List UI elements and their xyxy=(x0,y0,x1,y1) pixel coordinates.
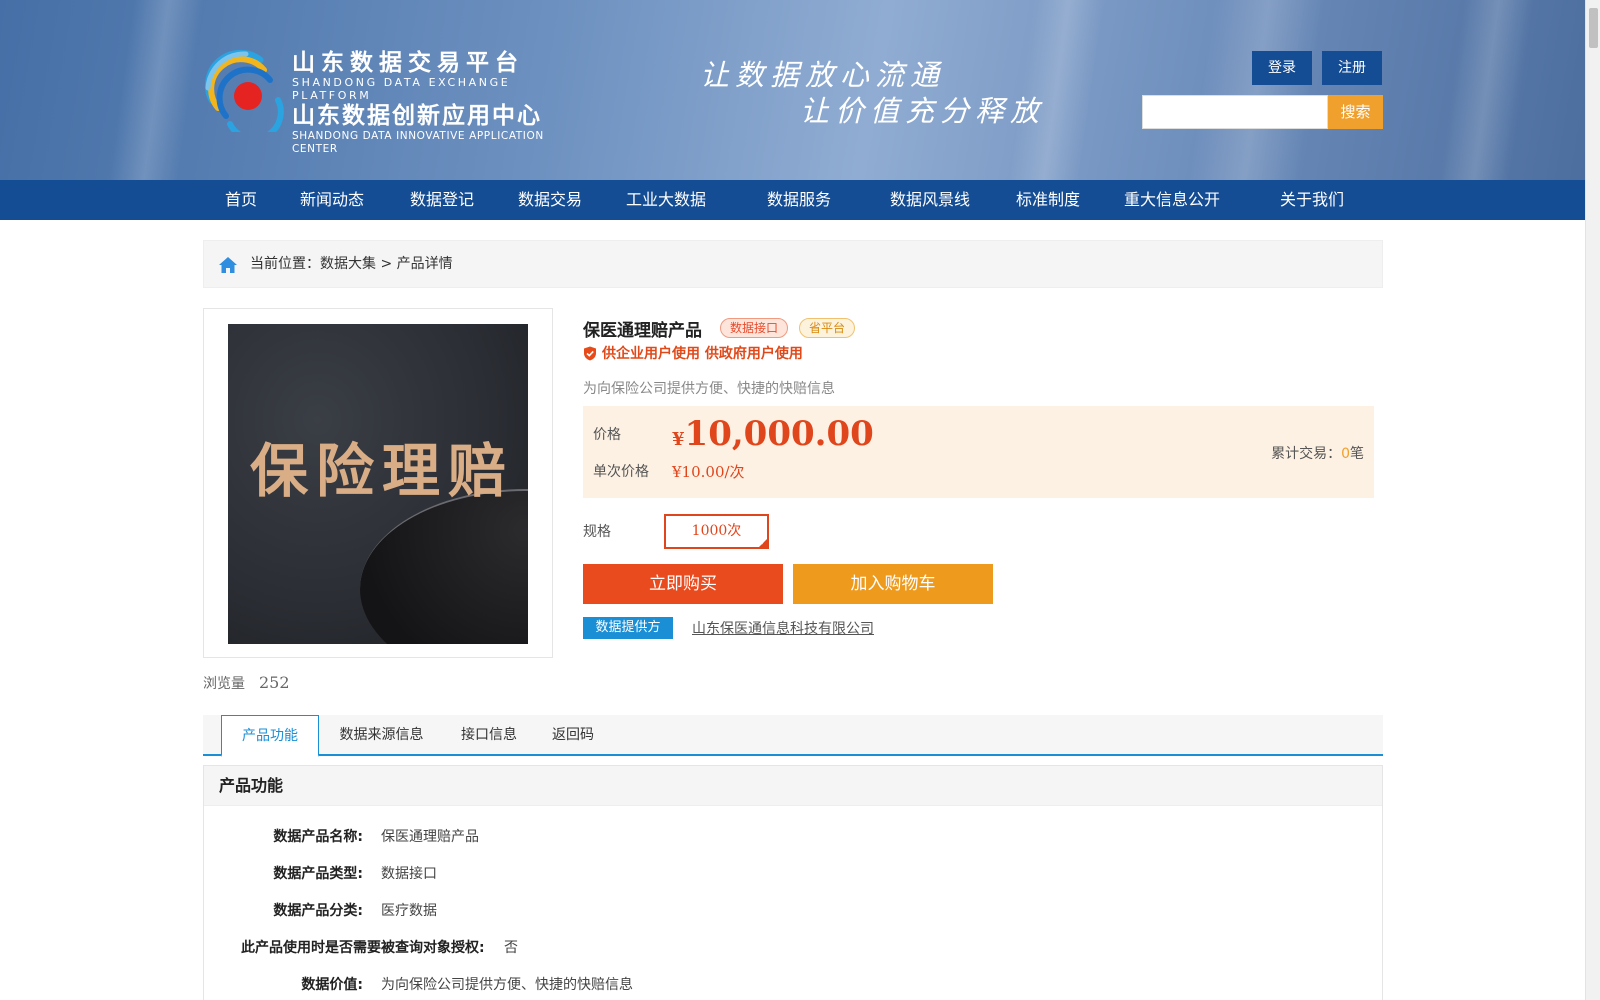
scrollbar-thumb[interactable] xyxy=(1589,8,1598,48)
spec-label: 规格 xyxy=(583,524,611,540)
price-panel: 价格 ¥10,000.00 单次价格 ¥10.00/次 累计交易：0笔 xyxy=(583,406,1374,498)
info-key: 此产品使用时是否需要被查询对象授权: xyxy=(241,940,485,956)
product-description: 为向保险公司提供方便、快捷的快赔信息 xyxy=(583,381,835,397)
site-header: 山东数据交易平台 SHANDONG DATA EXCHANGE PLATFORM… xyxy=(0,0,1585,180)
logo-subtitle-en: SHANDONG DATA INNOVATIVE APPLICATION CEN… xyxy=(292,130,544,155)
shield-check-icon xyxy=(584,346,596,361)
slogan-line-2: 让价值充分释放 xyxy=(800,94,1046,128)
header-decor xyxy=(1180,0,1330,180)
tab-return-codes[interactable]: 返回码 xyxy=(543,715,603,756)
trade-count: 累计交易：0笔 xyxy=(1271,443,1364,463)
logo-title-en: SHANDONG DATA EXCHANGE PLATFORM xyxy=(292,76,511,102)
logo-text: 山东数据交易平台 SHANDONG DATA EXCHANGE PLATFORM… xyxy=(292,50,580,156)
site-logo[interactable]: 山东数据交易平台 SHANDONG DATA EXCHANGE PLATFORM… xyxy=(200,48,580,155)
trade-number: 0 xyxy=(1341,446,1350,462)
logo-subtitle-cn: 山东数据创新应用中心 xyxy=(292,103,542,129)
check-icon: ✓ xyxy=(760,539,766,547)
register-button[interactable]: 注册 xyxy=(1322,51,1382,85)
info-key: 数据产品分类: xyxy=(273,903,363,919)
unit-price-label: 单次价格 xyxy=(593,464,649,480)
nav-item-data-services[interactable]: 数据服务 xyxy=(767,180,831,220)
info-value: 数据接口 xyxy=(381,866,437,882)
info-value: 保医通理赔产品 xyxy=(381,829,479,845)
logo-icon xyxy=(204,49,284,132)
unit-price-value: ¥10.00/次 xyxy=(672,463,745,481)
product-function-panel: 产品功能 数据产品名称: 保医通理赔产品 数据产品类型: 数据接口 数据产品分类… xyxy=(203,765,1383,1000)
spec-option-label: 1000次 xyxy=(691,523,742,539)
search-button[interactable]: 搜索 xyxy=(1328,95,1383,129)
price-currency: ¥ xyxy=(672,429,685,450)
nav-item-home[interactable]: 首页 xyxy=(225,180,257,220)
header-decor xyxy=(1430,0,1540,180)
nav-item-data-landscape[interactable]: 数据风景线 xyxy=(890,180,970,220)
views-label: 浏览量 xyxy=(203,676,245,692)
product-image-disc xyxy=(360,489,528,644)
nav-item-data-registration[interactable]: 数据登记 xyxy=(410,180,474,220)
product-type-tag: 数据接口 xyxy=(720,318,789,338)
provider-link[interactable]: 山东保医通信息科技有限公司 xyxy=(692,618,874,638)
nav-item-standards[interactable]: 标准制度 xyxy=(1016,180,1080,220)
tab-product-function[interactable]: 产品功能 xyxy=(221,715,319,757)
home-icon[interactable] xyxy=(218,255,238,275)
product-image-caption: 保险理赔 xyxy=(250,437,515,505)
product-image: 保险理赔 xyxy=(228,324,528,644)
nav-item-about[interactable]: 关于我们 xyxy=(1280,180,1344,220)
provider-label: 数据提供方 xyxy=(583,617,673,639)
info-value: 为向保险公司提供方便、快捷的快赔信息 xyxy=(381,977,633,993)
logo-title-cn: 山东数据交易平台 xyxy=(292,50,524,76)
platform-tag: 省平台 xyxy=(799,318,856,338)
nav-item-industrial-big-data[interactable]: 工业大数据 xyxy=(626,180,706,220)
price-amount: 10,000.00 xyxy=(684,414,874,454)
views-count: 252 xyxy=(259,673,290,692)
tab-interface-info[interactable]: 接口信息 xyxy=(451,715,527,756)
nav-item-disclosure[interactable]: 重大信息公开 xyxy=(1124,180,1220,220)
page: 山东数据交易平台 SHANDONG DATA EXCHANGE PLATFORM… xyxy=(0,0,1585,1000)
add-to-cart-button[interactable]: 加入购物车 xyxy=(793,564,993,604)
breadcrumb-text: 当前位置：数据大集 > 产品详情 xyxy=(250,256,453,272)
breadcrumb: 当前位置：数据大集 > 产品详情 xyxy=(203,240,1383,288)
info-key: 数据产品类型: xyxy=(273,866,363,882)
spec-option[interactable]: 1000次 ✓ xyxy=(664,514,769,549)
info-value: 医疗数据 xyxy=(381,903,437,919)
header-decor xyxy=(100,0,210,180)
info-key: 数据产品名称: xyxy=(273,829,363,845)
info-value: 否 xyxy=(504,940,518,956)
product-image-frame: 保险理赔 xyxy=(203,308,553,658)
trade-label: 累计交易： xyxy=(1271,446,1342,462)
nav-item-data-trading[interactable]: 数据交易 xyxy=(518,180,582,220)
usage-text: 供企业用户使用 供政府用户使用 xyxy=(602,346,803,362)
buy-now-button[interactable]: 立即购买 xyxy=(583,564,783,604)
nav-item-news[interactable]: 新闻动态 xyxy=(300,180,364,220)
vertical-scrollbar[interactable] xyxy=(1585,0,1600,1000)
price-label: 价格 xyxy=(593,427,621,443)
usage-scope: 供企业用户使用 供政府用户使用 xyxy=(583,343,803,363)
search-input[interactable] xyxy=(1142,95,1328,129)
detail-tabs: 产品功能 数据来源信息 接口信息 返回码 xyxy=(203,715,1383,757)
info-key: 数据价值: xyxy=(301,977,363,993)
product-title: 保医通理赔产品 xyxy=(583,321,702,341)
price-value: ¥10,000.00 xyxy=(672,414,874,454)
panel-title: 产品功能 xyxy=(204,766,1382,806)
trade-unit: 笔 xyxy=(1350,446,1364,462)
views-counter: 浏览量 252 xyxy=(203,673,290,693)
main-nav: 首页 新闻动态 数据登记 数据交易 工业大数据 数据服务 数据风景线 标准制度 … xyxy=(0,180,1585,220)
login-button[interactable]: 登录 xyxy=(1252,51,1312,85)
tab-data-source[interactable]: 数据来源信息 xyxy=(329,715,434,756)
